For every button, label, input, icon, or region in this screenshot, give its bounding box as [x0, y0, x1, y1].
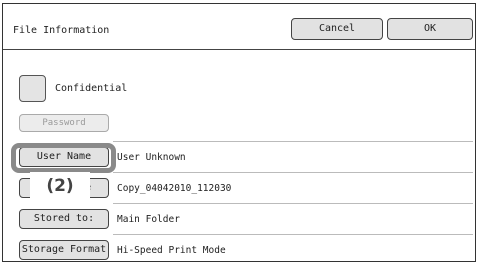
row-divider — [113, 141, 473, 142]
dialog-title-bar: File Information Cancel OK — [3, 4, 475, 50]
callout-marker: (2) — [30, 172, 90, 201]
cancel-button[interactable]: Cancel — [291, 18, 383, 40]
password-button[interactable]: Password — [19, 114, 109, 132]
confidential-checkbox[interactable] — [19, 75, 46, 102]
user-name-value: User Unknown — [117, 152, 186, 163]
row-divider — [113, 203, 473, 204]
row-divider — [113, 234, 473, 235]
storage-format-button[interactable]: Storage Format — [19, 240, 109, 260]
ok-button[interactable]: OK — [387, 18, 473, 40]
stored-to-value: Main Folder — [117, 214, 180, 225]
file-information-dialog: File Information Cancel OK Confidential … — [2, 3, 476, 262]
dialog-title: File Information — [13, 25, 110, 36]
confidential-label: Confidential — [55, 83, 128, 94]
file-name-value: Copy_04042010_112030 — [117, 183, 232, 194]
storage-format-value: Hi-Speed Print Mode — [117, 245, 226, 256]
row-divider — [113, 172, 473, 173]
stored-to-button[interactable]: Stored to: — [19, 209, 109, 229]
user-name-highlight-frame — [11, 143, 116, 173]
